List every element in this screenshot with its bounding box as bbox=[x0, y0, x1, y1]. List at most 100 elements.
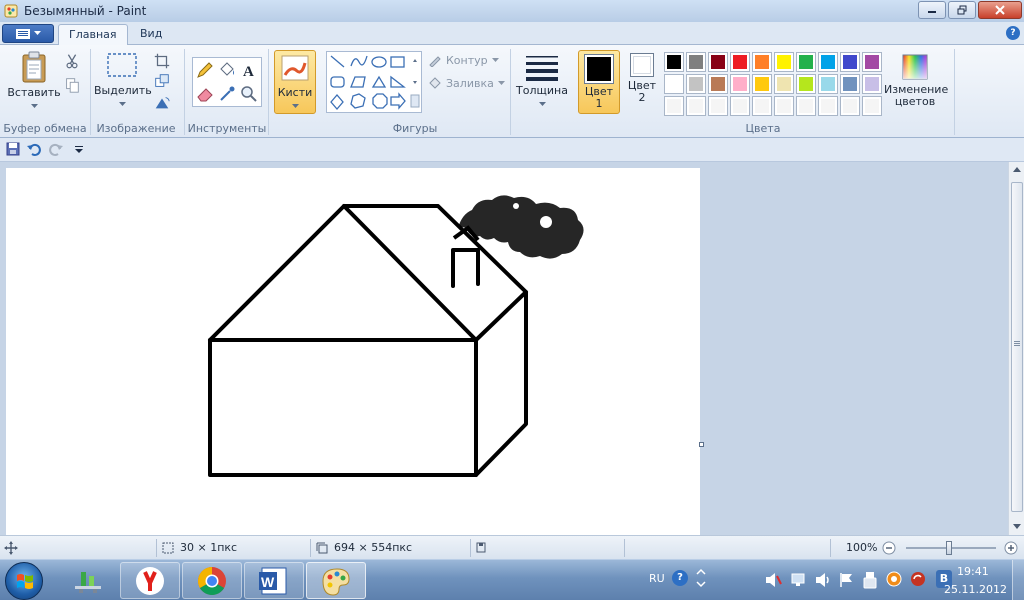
redo-icon[interactable] bbox=[48, 141, 64, 157]
color2-button[interactable]: Цвет 2 bbox=[624, 53, 660, 104]
drawing-canvas[interactable] bbox=[6, 168, 700, 535]
palette-color-swatch[interactable] bbox=[774, 74, 794, 94]
undo-icon[interactable] bbox=[26, 141, 42, 157]
palette-color-swatch[interactable] bbox=[796, 52, 816, 72]
clipboard-group-label: Буфер обмена bbox=[3, 122, 87, 135]
usb-device-icon[interactable] bbox=[862, 571, 878, 589]
palette-color-swatch[interactable] bbox=[708, 74, 728, 94]
copy-icon[interactable] bbox=[62, 75, 82, 95]
color-picker-icon[interactable] bbox=[217, 84, 237, 104]
tray-expand-icon[interactable] bbox=[696, 568, 706, 588]
palette-color-swatch[interactable] bbox=[730, 52, 750, 72]
tab-view[interactable]: Вид bbox=[130, 24, 172, 45]
magnifier-icon[interactable] bbox=[239, 84, 259, 104]
palette-color-swatch[interactable] bbox=[686, 52, 706, 72]
palette-color-swatch[interactable] bbox=[664, 52, 684, 72]
action-center-flag-icon[interactable] bbox=[838, 572, 856, 588]
crop-icon[interactable] bbox=[152, 51, 172, 71]
vertical-scrollbar[interactable] bbox=[1008, 162, 1024, 535]
save-icon[interactable] bbox=[6, 142, 20, 156]
palette-color-swatch[interactable] bbox=[796, 96, 816, 116]
speaker-muted-icon[interactable] bbox=[764, 572, 782, 588]
move-cursor-icon bbox=[4, 541, 18, 555]
dropdown-icon[interactable] bbox=[74, 146, 84, 154]
scissors-icon[interactable] bbox=[62, 51, 82, 71]
palette-color-swatch[interactable] bbox=[730, 96, 750, 116]
sync-icon[interactable] bbox=[910, 571, 926, 587]
monitor-network-icon[interactable] bbox=[790, 572, 808, 588]
language-help-icon[interactable]: ? bbox=[672, 570, 688, 586]
palette-color-swatch[interactable] bbox=[774, 96, 794, 116]
svg-text:W: W bbox=[261, 574, 275, 590]
taskbar-paint[interactable] bbox=[306, 562, 366, 599]
antivirus-icon[interactable] bbox=[886, 571, 902, 587]
taskbar-network-app[interactable] bbox=[58, 562, 118, 599]
ribbon-separator bbox=[954, 49, 955, 135]
language-indicator[interactable]: RU bbox=[649, 572, 665, 585]
scrollbar-thumb[interactable] bbox=[1011, 182, 1023, 512]
canvas-resize-handle[interactable] bbox=[699, 442, 704, 447]
help-icon[interactable]: ? bbox=[1006, 26, 1020, 40]
clock-time[interactable]: 19:41 bbox=[957, 565, 989, 578]
palette-color-fill bbox=[755, 99, 769, 113]
palette-color-swatch[interactable] bbox=[840, 96, 860, 116]
resize-icon[interactable] bbox=[152, 71, 172, 91]
zoom-out-icon[interactable] bbox=[882, 541, 896, 555]
palette-color-swatch[interactable] bbox=[708, 52, 728, 72]
start-button[interactable] bbox=[5, 562, 43, 600]
restore-button[interactable] bbox=[948, 1, 976, 19]
scroll-down-icon[interactable] bbox=[1013, 524, 1021, 530]
palette-color-swatch[interactable] bbox=[664, 96, 684, 116]
show-desktop-button[interactable] bbox=[1012, 560, 1024, 600]
eraser-icon[interactable] bbox=[195, 84, 215, 104]
select-button[interactable]: Выделить bbox=[94, 51, 152, 110]
palette-color-swatch[interactable] bbox=[862, 52, 882, 72]
palette-color-swatch[interactable] bbox=[664, 74, 684, 94]
shapes-gallery[interactable] bbox=[326, 51, 422, 113]
brushes-label: Кисти bbox=[277, 86, 313, 99]
text-icon[interactable]: A bbox=[239, 60, 259, 80]
minimize-button[interactable] bbox=[918, 1, 946, 19]
outline-dropdown[interactable]: Контур bbox=[428, 53, 499, 67]
palette-color-swatch[interactable] bbox=[862, 74, 882, 94]
pencil-icon[interactable] bbox=[195, 60, 215, 80]
fill-dropdown[interactable]: Заливка bbox=[428, 76, 505, 90]
paint-app-icon[interactable] bbox=[4, 4, 18, 18]
palette-color-swatch[interactable] bbox=[840, 52, 860, 72]
palette-color-swatch[interactable] bbox=[818, 74, 838, 94]
palette-color-swatch[interactable] bbox=[686, 74, 706, 94]
palette-color-swatch[interactable] bbox=[796, 74, 816, 94]
palette-color-swatch[interactable] bbox=[752, 74, 772, 94]
taskbar-word[interactable]: W bbox=[244, 562, 304, 599]
close-button[interactable] bbox=[978, 1, 1022, 19]
palette-color-swatch[interactable] bbox=[862, 96, 882, 116]
paste-button[interactable]: Вставить bbox=[6, 51, 62, 112]
palette-color-swatch[interactable] bbox=[752, 96, 772, 116]
palette-color-swatch[interactable] bbox=[686, 96, 706, 116]
fill-icon[interactable] bbox=[217, 60, 237, 80]
palette-color-swatch[interactable] bbox=[708, 96, 728, 116]
zoom-in-icon[interactable] bbox=[1004, 541, 1018, 555]
word-icon: W bbox=[259, 567, 287, 594]
brushes-button[interactable]: Кисти bbox=[274, 50, 316, 114]
palette-color-swatch[interactable] bbox=[774, 52, 794, 72]
zoom-slider-thumb[interactable] bbox=[946, 541, 952, 555]
zoom-slider[interactable] bbox=[906, 541, 996, 555]
clock-date[interactable]: 25.11.2012 bbox=[944, 583, 1007, 596]
palette-color-swatch[interactable] bbox=[818, 96, 838, 116]
palette-color-swatch[interactable] bbox=[818, 52, 838, 72]
scroll-up-icon[interactable] bbox=[1013, 167, 1021, 173]
palette-color-swatch[interactable] bbox=[752, 52, 772, 72]
rotate-icon[interactable] bbox=[152, 93, 172, 113]
tab-home[interactable]: Главная bbox=[58, 24, 128, 45]
taskbar-yandex-browser[interactable] bbox=[120, 562, 180, 599]
palette-color-swatch[interactable] bbox=[840, 74, 860, 94]
volume-icon[interactable] bbox=[814, 572, 832, 588]
app-menu-button[interactable] bbox=[2, 24, 54, 43]
thickness-button[interactable]: Толщина bbox=[514, 53, 570, 110]
palette-color-swatch[interactable] bbox=[730, 74, 750, 94]
taskbar-chrome[interactable] bbox=[182, 562, 242, 599]
color1-button[interactable]: Цвет 1 bbox=[578, 50, 620, 114]
edit-colors-button[interactable]: Изменение цветов bbox=[884, 53, 948, 108]
palette-color-fill bbox=[689, 99, 703, 113]
